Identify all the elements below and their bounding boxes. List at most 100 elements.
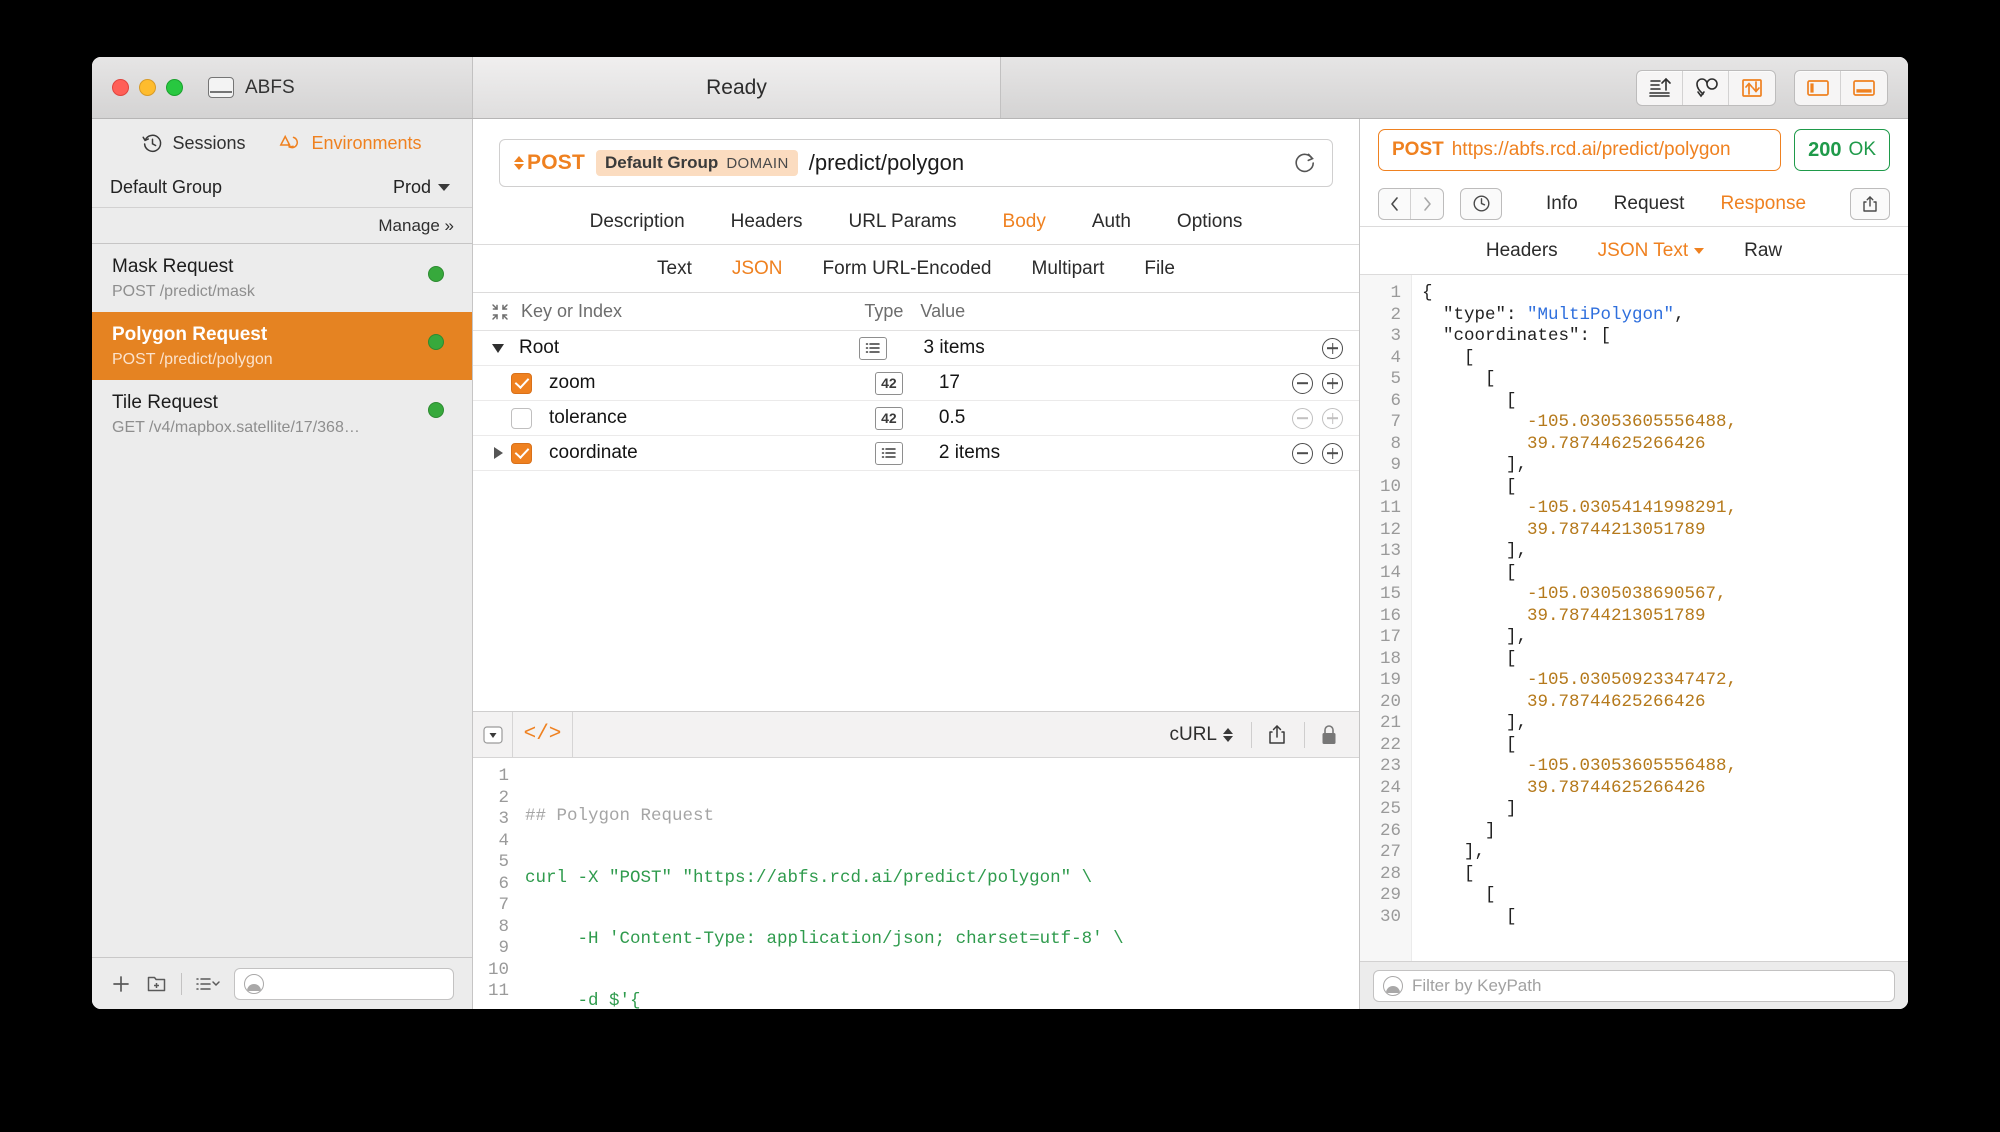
subtab-json-text[interactable]: JSON Text [1598, 240, 1705, 262]
history-nav-group[interactable] [1378, 187, 1444, 220]
export-up-icon[interactable] [1637, 70, 1683, 105]
row-actions[interactable] [1281, 407, 1359, 429]
tab-body-file[interactable]: File [1144, 258, 1175, 280]
add-row-button[interactable] [1322, 407, 1343, 429]
line-number: 1 [1390, 283, 1401, 303]
disclosure-triangle-right-icon[interactable] [485, 447, 511, 459]
line-number: 10 [487, 959, 509, 980]
row-actions[interactable] [1281, 442, 1359, 464]
plus-icon[interactable] [110, 973, 132, 995]
curl-code-body[interactable]: 1 2 3 4 5 6 7 8 9 10 11 ## Polygon Reque… [473, 758, 1359, 1009]
tab-response[interactable]: Response [1720, 193, 1806, 215]
left-panel-icon[interactable] [1795, 70, 1841, 105]
row-actions[interactable] [1281, 372, 1359, 394]
sidebar-tab-environments[interactable]: Environments [279, 133, 422, 154]
row-enabled-checkbox[interactable] [511, 407, 541, 429]
row-type: 42 [874, 406, 931, 430]
line-number: 27 [1379, 842, 1401, 862]
sidebar-filter-input[interactable] [234, 967, 454, 1000]
table-row[interactable]: zoom 42 17 [473, 366, 1359, 401]
tab-body-form-url-encoded[interactable]: Form URL-Encoded [823, 258, 992, 280]
table-row[interactable]: Root 3 items [473, 331, 1359, 366]
line-number: 16 [1379, 605, 1401, 626]
code-preview-panel: </> cURL 1 2 3 4 5 6 7 8 9 10 11 ## Poly… [473, 711, 1359, 1009]
minimize-window-button[interactable] [139, 79, 156, 96]
request-pane: POST Default Group DOMAIN /predict/polyg… [473, 119, 1360, 1009]
divider [181, 972, 182, 995]
subtab-headers[interactable]: Headers [1486, 240, 1558, 262]
reload-icon[interactable] [1292, 150, 1318, 176]
tab-url-params[interactable]: URL Params [848, 211, 956, 233]
tab-options[interactable]: Options [1177, 211, 1242, 233]
manage-link[interactable]: Manage » [378, 216, 454, 236]
request-name: Polygon Request [112, 324, 268, 345]
environment-selector[interactable]: Prod [393, 177, 450, 198]
share-icon[interactable] [1266, 723, 1290, 747]
row-value[interactable]: 0.5 [931, 407, 1281, 429]
sidebar-tab-sessions[interactable]: Sessions [142, 133, 245, 154]
layout-toggle-group[interactable] [1794, 69, 1888, 106]
list-item[interactable]: Tile Request GET /v4/mapbox.satellite/17… [92, 380, 472, 448]
row-key[interactable]: coordinate [541, 442, 875, 464]
tab-auth[interactable]: Auth [1092, 211, 1131, 233]
remove-row-button[interactable] [1292, 407, 1313, 429]
response-url-field[interactable]: POST https://abfs.rcd.ai/predict/polygon [1378, 129, 1782, 171]
traffic-lights[interactable] [112, 79, 183, 96]
tab-info[interactable]: Info [1546, 193, 1578, 215]
url-bar[interactable]: POST Default Group DOMAIN /predict/polyg… [499, 139, 1333, 187]
share-icon[interactable] [1850, 187, 1890, 220]
remove-row-button[interactable] [1292, 442, 1313, 464]
tab-body-multipart[interactable]: Multipart [1032, 258, 1105, 280]
maximize-window-button[interactable] [166, 79, 183, 96]
chevron-left-icon[interactable] [1379, 188, 1411, 219]
line-number: 19 [1379, 670, 1401, 690]
remove-row-button[interactable] [1292, 372, 1313, 394]
add-row-button[interactable] [1322, 337, 1343, 359]
row-value[interactable]: 17 [931, 372, 1281, 394]
disclosure-triangle-down-icon[interactable] [485, 343, 511, 353]
toolbar-action-group[interactable] [1636, 69, 1776, 106]
table-row[interactable]: tolerance 42 0.5 [473, 401, 1359, 436]
row-actions[interactable] [1281, 337, 1359, 359]
lock-icon[interactable] [1319, 723, 1359, 747]
tab-body-text[interactable]: Text [657, 258, 692, 280]
import-export-icon[interactable] [1729, 71, 1775, 105]
method-selector[interactable]: POST [514, 151, 585, 175]
subtab-raw[interactable]: Raw [1744, 240, 1782, 262]
code-language-selector[interactable]: cURL [1169, 724, 1237, 746]
close-window-button[interactable] [112, 79, 129, 96]
keypath-filter-input[interactable]: Filter by KeyPath [1373, 969, 1895, 1002]
manage-row[interactable]: Manage » [92, 207, 472, 243]
row-enabled-checkbox[interactable] [511, 442, 541, 464]
sidebar-tab-sessions-label: Sessions [172, 132, 246, 153]
sync-icon[interactable] [1683, 70, 1729, 105]
clock-icon[interactable] [1460, 187, 1502, 220]
table-row[interactable]: coordinate 2 items [473, 436, 1359, 471]
code-brackets-icon[interactable]: </> [513, 712, 573, 757]
chevron-right-icon[interactable] [1411, 189, 1443, 219]
line-number: 4 [1390, 347, 1401, 368]
collapse-triangle-icon[interactable] [473, 712, 513, 757]
tab-body-json[interactable]: JSON [732, 258, 783, 280]
status-badge [428, 334, 444, 350]
response-json-viewer[interactable]: 1 2 3 4 5 6 7 8 9 10 11 12 13 14 15 16 17 18 19 20 21 22 23 24 2… [1360, 275, 1908, 961]
add-row-button[interactable] [1322, 372, 1343, 394]
list-item[interactable]: Mask Request POST /predict/mask [92, 244, 472, 312]
environment-chip[interactable]: Default Group DOMAIN [595, 150, 798, 176]
list-item[interactable]: Polygon Request POST /predict/polygon [92, 312, 472, 380]
tab-headers[interactable]: Headers [731, 211, 803, 233]
url-path-input[interactable]: /predict/polygon [809, 150, 1281, 176]
tab-description[interactable]: Description [590, 211, 685, 233]
row-enabled-checkbox[interactable] [511, 372, 541, 394]
row-key[interactable]: tolerance [541, 407, 875, 429]
tab-request[interactable]: Request [1614, 193, 1685, 215]
app-window: ABFS Ready Sessions Environments Default… [92, 57, 1908, 1009]
tab-body[interactable]: Body [1003, 211, 1046, 233]
add-row-button[interactable] [1322, 442, 1343, 464]
new-folder-icon[interactable] [145, 973, 168, 994]
sort-list-icon[interactable] [195, 974, 221, 994]
column-header-value: Value [920, 301, 966, 321]
bottom-panel-icon[interactable] [1841, 71, 1887, 105]
collapse-all-icon[interactable] [485, 303, 515, 321]
row-key[interactable]: zoom [541, 372, 875, 394]
